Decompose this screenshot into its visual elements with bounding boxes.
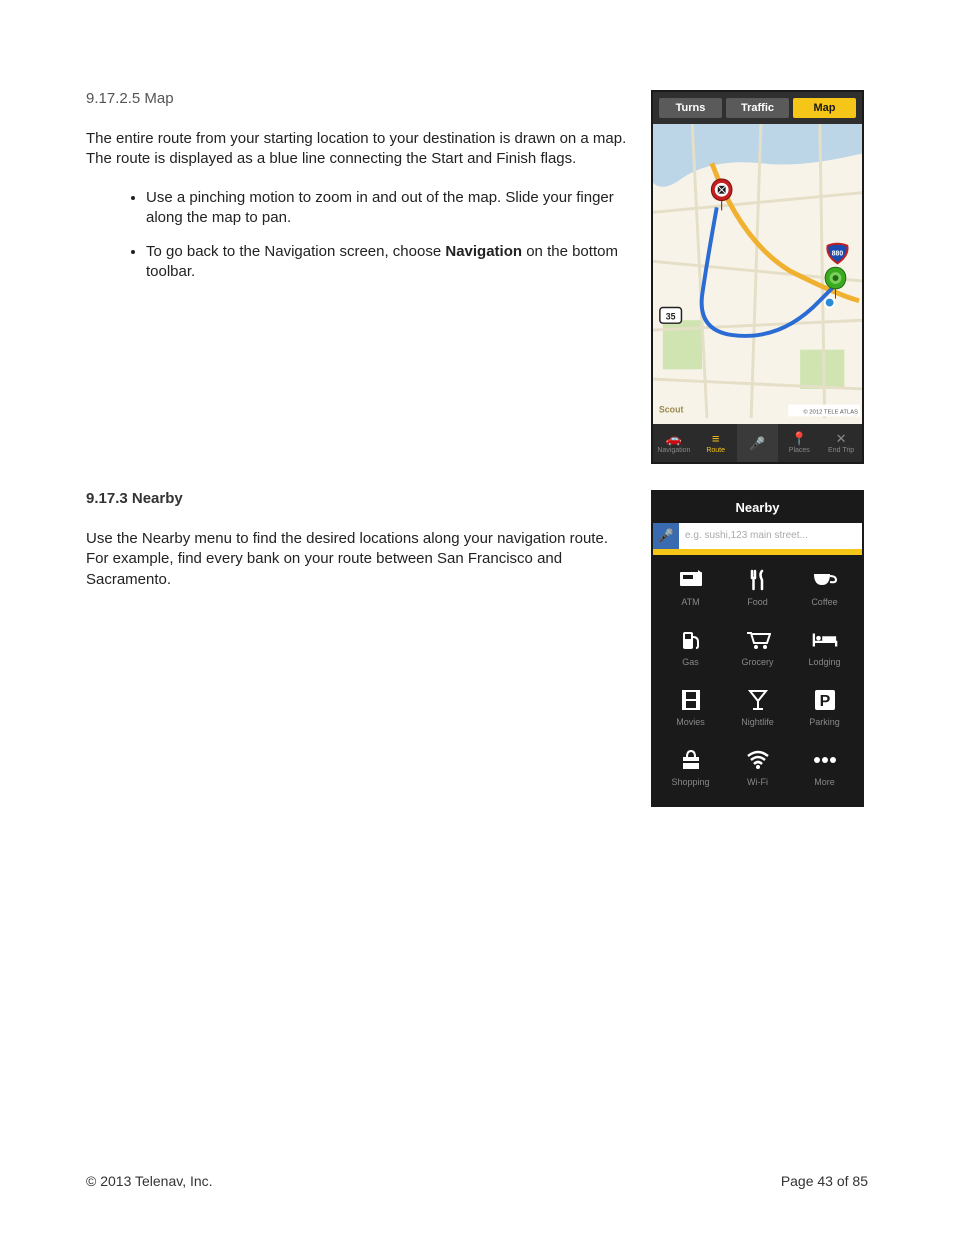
toolbar-end-label: End Trip (828, 447, 854, 454)
map-paragraph: The entire route from your starting loca… (86, 129, 629, 170)
car-icon: 🚗 (666, 432, 682, 445)
map-attribution: © 2012 TELE ATLAS (803, 408, 858, 415)
search-input[interactable]: e.g. sushi,123 main street... (679, 523, 862, 549)
nearby-phone-frame: Nearby 🎤 e.g. sushi,123 main street... A… (651, 490, 864, 807)
category-nightlife[interactable]: Nightlife (724, 689, 791, 727)
toolbar-route-label: Route (706, 447, 725, 454)
tab-turns[interactable]: Turns (659, 98, 722, 118)
voice-search-button[interactable]: 🎤 (653, 523, 679, 549)
wifi-icon (745, 749, 771, 771)
gas-label: Gas (682, 657, 699, 667)
heading-map: 9.17.2.5 Map (86, 90, 629, 107)
nearby-category-grid: ATM Food Coffee Gas (653, 555, 862, 805)
list-icon: ≡ (712, 432, 720, 445)
more-label: More (814, 777, 835, 787)
map-canvas[interactable]: 880 35 (653, 124, 862, 424)
wifi-label: Wi-Fi (747, 777, 768, 787)
category-parking[interactable]: P Parking (791, 689, 858, 727)
movies-label: Movies (676, 717, 705, 727)
shopping-label: Shopping (671, 777, 709, 787)
atm-icon (678, 569, 704, 591)
map-bullet-1: Use a pinching motion to zoom in and out… (146, 188, 629, 229)
tab-map[interactable]: Map (793, 98, 856, 118)
map-phone-frame: Turns Traffic Map (651, 90, 864, 464)
footer-copyright: © 2013 Telenav, Inc. (86, 1173, 213, 1189)
category-coffee[interactable]: Coffee (791, 569, 858, 607)
parking-icon: P (812, 689, 838, 711)
map-svg: 880 35 (653, 124, 862, 418)
section-map-row: 9.17.2.5 Map The entire route from your … (86, 90, 868, 464)
nearby-header: Nearby (653, 492, 862, 523)
lodging-icon (812, 629, 838, 651)
map-logo: Scout (659, 404, 684, 414)
nearby-paragraph: Use the Nearby menu to find the desired … (86, 529, 629, 590)
shopping-icon (678, 749, 704, 771)
nearby-search-row: 🎤 e.g. sushi,123 main street... (653, 523, 862, 549)
map-tab-bar: Turns Traffic Map (653, 92, 862, 124)
interstate-label: 880 (832, 250, 844, 257)
map-screenshot-column: Turns Traffic Map (651, 90, 868, 464)
pin-icon: 📍 (791, 432, 807, 445)
toolbar-voice[interactable]: 🎤 (737, 424, 779, 462)
category-more[interactable]: More (791, 749, 858, 787)
section-nearby-text: 9.17.3 Nearby Use the Nearby menu to fin… (86, 490, 629, 807)
toolbar-end-trip[interactable]: ✕ End Trip (820, 424, 862, 462)
category-food[interactable]: Food (724, 569, 791, 607)
nearby-screenshot-column: Nearby 🎤 e.g. sushi,123 main street... A… (651, 490, 868, 807)
toolbar-nav-label: Navigation (657, 447, 690, 454)
category-movies[interactable]: Movies (657, 689, 724, 727)
parking-label: Parking (809, 717, 840, 727)
food-icon (745, 569, 771, 591)
footer-page-number: Page 43 of 85 (781, 1173, 868, 1189)
movies-icon (678, 689, 704, 711)
mic-icon: 🎤 (749, 437, 765, 450)
page-footer: © 2013 Telenav, Inc. Page 43 of 85 (86, 1173, 868, 1189)
category-atm[interactable]: ATM (657, 569, 724, 607)
nightlife-icon (745, 689, 771, 711)
food-label: Food (747, 597, 768, 607)
grocery-label: Grocery (741, 657, 773, 667)
section-map-text: 9.17.2.5 Map The entire route from your … (86, 90, 629, 464)
category-grocery[interactable]: Grocery (724, 629, 791, 667)
gas-icon (678, 629, 704, 651)
map-bottom-toolbar: 🚗 Navigation ≡ Route 🎤 📍 Places (653, 424, 862, 462)
route-shield-label: 35 (666, 311, 676, 321)
map-bullet-list: Use a pinching motion to zoom in and out… (146, 188, 629, 283)
section-nearby-row: 9.17.3 Nearby Use the Nearby menu to fin… (86, 490, 868, 807)
mic-icon: 🎤 (658, 528, 674, 544)
category-lodging[interactable]: Lodging (791, 629, 858, 667)
tab-traffic[interactable]: Traffic (726, 98, 789, 118)
coffee-label: Coffee (811, 597, 837, 607)
category-shopping[interactable]: Shopping (657, 749, 724, 787)
toolbar-places[interactable]: 📍 Places (778, 424, 820, 462)
document-page: 9.17.2.5 Map The entire route from your … (0, 0, 954, 1235)
toolbar-route[interactable]: ≡ Route (695, 424, 737, 462)
toolbar-navigation[interactable]: 🚗 Navigation (653, 424, 695, 462)
svg-text:P: P (819, 693, 830, 710)
close-icon: ✕ (836, 432, 847, 445)
toolbar-places-label: Places (789, 447, 810, 454)
atm-label: ATM (681, 597, 699, 607)
bullet-2-a: To go back to the Navigation screen, cho… (146, 243, 445, 260)
more-icon (812, 749, 838, 771)
category-gas[interactable]: Gas (657, 629, 724, 667)
nightlife-label: Nightlife (741, 717, 774, 727)
map-bullet-2: To go back to the Navigation screen, cho… (146, 242, 629, 283)
category-wifi[interactable]: Wi-Fi (724, 749, 791, 787)
heading-nearby: 9.17.3 Nearby (86, 490, 629, 507)
bullet-2-bold: Navigation (445, 243, 522, 260)
grocery-icon (745, 629, 771, 651)
coffee-icon (812, 569, 838, 591)
lodging-label: Lodging (808, 657, 840, 667)
